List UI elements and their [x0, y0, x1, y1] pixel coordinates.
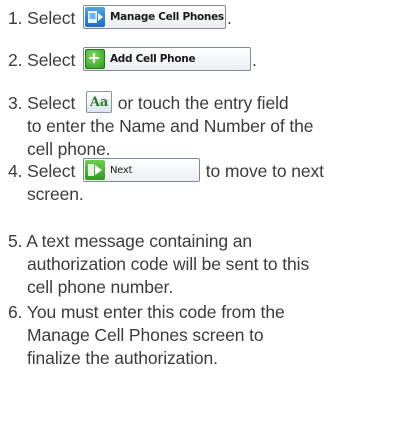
step-text: to move to next: [205, 161, 324, 181]
button-label: Next: [109, 164, 133, 176]
step-5: 5. A text message containing an authoriz…: [8, 230, 413, 299]
step-text: Select: [27, 8, 76, 28]
step-number: 1.: [8, 8, 23, 28]
step-text-line: cell phone.: [27, 139, 111, 159]
step-4: 4. Select Next to move to next screen.: [8, 158, 413, 206]
step-text-line: Manage Cell Phones screen to: [27, 325, 264, 345]
button-label: Add Cell Phone: [109, 52, 196, 65]
add-cell-phone-button[interactable]: Add Cell Phone: [82, 47, 251, 72]
phone-screen-icon: [84, 7, 105, 28]
manage-cell-phones-button[interactable]: Manage Cell Phones: [82, 5, 226, 30]
step-text: Select: [27, 93, 76, 113]
step-text: or touch the entry field: [117, 93, 289, 113]
step-text-line: finalize the authorization.: [27, 348, 218, 368]
step-text-line: screen.: [27, 184, 84, 204]
step-text-line: cell phone number.: [27, 277, 174, 297]
punctuation: .: [251, 50, 257, 70]
step-text: Select: [27, 50, 76, 70]
text-entry-icon[interactable]: Aa: [85, 91, 112, 114]
button-label: Manage Cell Phones: [109, 10, 224, 23]
step-number: 4.: [8, 161, 23, 181]
next-button[interactable]: Next: [82, 158, 200, 183]
step-number: 2.: [8, 50, 23, 70]
step-number: 5.: [8, 231, 23, 251]
step-text-line: authorization code will be sent to this: [27, 254, 310, 274]
punctuation: .: [226, 8, 232, 28]
step-text-line: to enter the Name and Number of the: [27, 116, 314, 136]
next-arrow-icon: [84, 160, 105, 181]
instructions-page: 1. Select Manage Cell Phones . 2. Select: [0, 0, 419, 430]
step-text: You must enter this code from the: [26, 302, 285, 322]
step-text: Select: [27, 161, 76, 181]
step-6: 6. You must enter this code from the Man…: [8, 301, 413, 370]
step-2: 2. Select Add Cell Phone .: [8, 47, 413, 72]
step-3: 3. Select Aa or touch the entry field to…: [8, 91, 413, 161]
plus-circle-icon: [84, 49, 105, 70]
step-text: A text message containing an: [26, 231, 253, 251]
step-number: 3.: [8, 93, 23, 113]
step-1: 1. Select Manage Cell Phones .: [8, 5, 413, 30]
step-number: 6.: [8, 302, 23, 322]
